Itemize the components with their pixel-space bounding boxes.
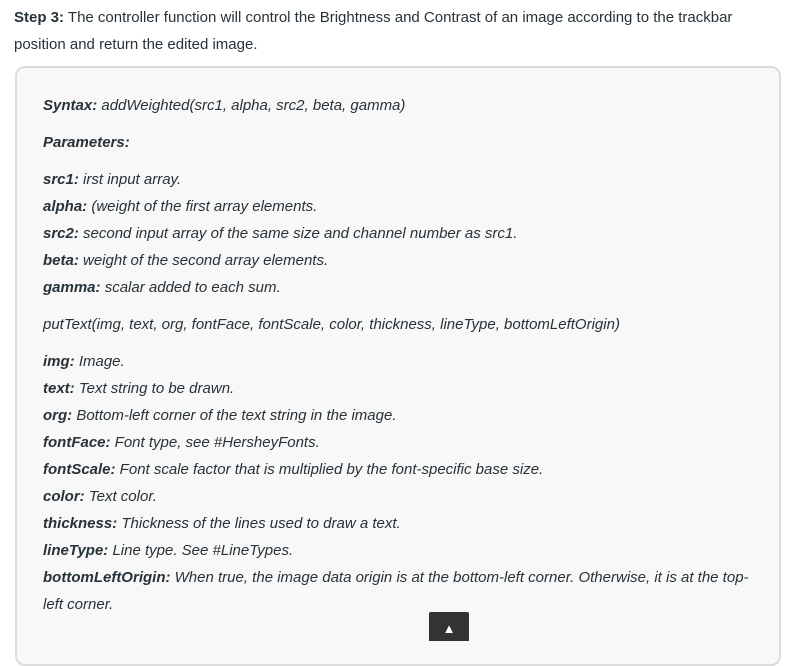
param-name: alpha: [43, 198, 88, 215]
param-row: alpha: (weight of the first array elemen… [43, 193, 763, 220]
param-desc: Font type, see #HersheyFonts. [110, 434, 320, 451]
param-name: src2: [43, 225, 79, 242]
param-desc: weight of the second array elements. [78, 252, 329, 269]
puttext-signature: putText(img, text, org, fontFace, fontSc… [43, 316, 620, 333]
param-desc: Font scale factor that is multiplied by … [115, 461, 544, 478]
param-row: org: Bottom-left corner of the text stri… [43, 402, 763, 429]
param-desc: Text color. [84, 488, 157, 505]
param-desc: Line type. See #LineTypes. [108, 542, 294, 559]
param-row: img: Image. [43, 348, 763, 375]
param-name: fontScale: [43, 461, 116, 478]
param-name: gamma: [43, 279, 101, 296]
param-row: fontScale: Font scale factor that is mul… [43, 456, 763, 483]
syntax-text: addWeighted(src1, alpha, src2, beta, gam… [97, 97, 406, 114]
param-name: lineType: [43, 542, 109, 559]
param-row: text: Text string to be drawn. [43, 375, 763, 402]
param-name: thickness: [43, 515, 118, 532]
syntax-label: Syntax: [43, 97, 98, 114]
step-label: Step 3: [14, 9, 65, 26]
step-text: The controller function will control the… [14, 9, 733, 53]
param-row: bottomLeftOrigin: When true, the image d… [43, 564, 763, 618]
param-row: fontFace: Font type, see #HersheyFonts. [43, 429, 763, 456]
param-desc: scalar added to each sum. [100, 279, 281, 296]
param-name: beta: [43, 252, 79, 269]
param-row: thickness: Thickness of the lines used t… [43, 510, 763, 537]
step-paragraph: Step 3: The controller function will con… [14, 4, 784, 58]
param-name: img: [43, 353, 75, 370]
param-desc: (weight of the first array elements. [87, 198, 318, 215]
param-row: src2: second input array of the same siz… [43, 220, 763, 247]
parameters-label: Parameters: [43, 134, 130, 151]
param-row: beta: weight of the second array element… [43, 247, 763, 274]
param-name: src1: [43, 171, 79, 188]
param-name: fontFace: [43, 434, 111, 451]
parameters-heading: Parameters: [43, 129, 763, 156]
arrow-up-icon: ▲ [442, 621, 456, 636]
info-box: Syntax: addWeighted(src1, alpha, src2, b… [15, 66, 781, 666]
scroll-to-top-button[interactable]: ▲ [429, 612, 469, 641]
param-desc: Text string to be drawn. [74, 380, 235, 397]
param-name: org: [43, 407, 73, 424]
param-row: gamma: scalar added to each sum. [43, 274, 763, 301]
param-row: color: Text color. [43, 483, 763, 510]
param-desc: Image. [74, 353, 125, 370]
info-box-content: Syntax: addWeighted(src1, alpha, src2, b… [43, 92, 763, 618]
param-desc: second input array of the same size and … [78, 225, 518, 242]
param-row: src1: irst input array. [43, 166, 763, 193]
param-name: color: [43, 488, 85, 505]
syntax-line: Syntax: addWeighted(src1, alpha, src2, b… [43, 92, 763, 119]
param-desc: Bottom-left corner of the text string in… [72, 407, 397, 424]
param-name: text: [43, 380, 75, 397]
param-row: lineType: Line type. See #LineTypes. [43, 537, 763, 564]
param-desc: irst input array. [78, 171, 182, 188]
param-name: bottomLeftOrigin: [43, 569, 171, 586]
param-desc: Thickness of the lines used to draw a te… [117, 515, 401, 532]
